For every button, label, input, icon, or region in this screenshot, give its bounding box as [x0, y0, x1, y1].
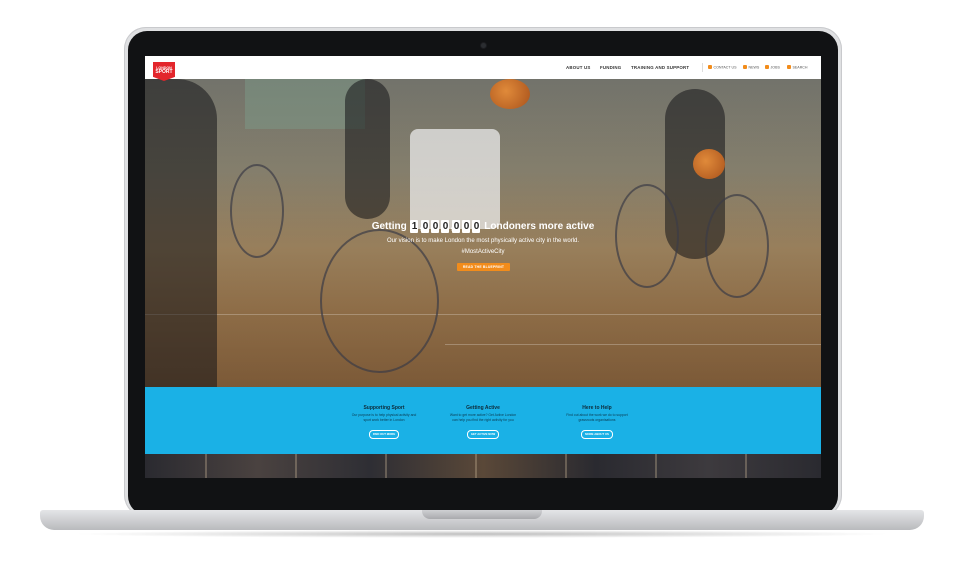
nav-divider [702, 63, 703, 72]
nav-search-label: SEARCH [792, 65, 808, 70]
top-navbar: LONDON SPORT ABOUT US FUNDING TRAINING A… [145, 56, 821, 81]
news-icon [743, 65, 747, 69]
info-band: Supporting Sport Our purpose is to help … [145, 387, 821, 454]
nav-search[interactable]: SEARCH [787, 65, 807, 70]
hero-photo-person [145, 79, 217, 387]
counter-digit: 0 [472, 220, 481, 233]
court-line [145, 314, 821, 315]
hero-photo-player [410, 129, 500, 229]
nav-about-us[interactable]: ABOUT US [566, 65, 591, 70]
headline-before: Getting [371, 221, 407, 233]
more-about-us-button[interactable]: MORE ABOUT US [581, 430, 613, 440]
here-to-help-column: Here to Help Find out about the work we … [547, 405, 647, 440]
read-blueprint-button[interactable]: READ THE BLUEPRINT [457, 263, 510, 271]
court-line [445, 344, 821, 345]
find-out-more-button[interactable]: FIND OUT MORE [368, 430, 400, 440]
hero-hashtag[interactable]: #MostActiveCity [145, 249, 821, 255]
webcam-icon [481, 43, 486, 48]
laptop-notch [422, 510, 542, 519]
nav-news[interactable]: NEWS [743, 65, 759, 70]
hero-photo-wheel [705, 194, 769, 298]
logo-line-2: SPORT [155, 69, 173, 75]
nav-funding[interactable]: FUNDING [600, 65, 621, 70]
column-title: Getting Active [466, 405, 500, 411]
hero-banner: Getting 1,000,000 Londoners more active … [145, 79, 821, 387]
getting-active-column: Getting Active Want to get more active? … [433, 405, 533, 440]
nav-training-support[interactable]: TRAINING AND SUPPORT [631, 65, 689, 70]
column-text: grassroots organisations [578, 417, 616, 422]
laptop-shadow [70, 530, 894, 538]
column-title: Here to Help [582, 405, 612, 411]
get-active-now-button[interactable]: GET ACTIVE NOW [466, 430, 500, 440]
column-title: Supporting Sport [363, 405, 405, 411]
column-text: Want to get more active? Get Active Lond… [449, 413, 517, 417]
counter-digit: 0 [431, 220, 440, 233]
hero-photo-basketball [693, 149, 725, 179]
headline-after: Londoners more active [484, 221, 595, 233]
column-text: Our purpose is to help physical activity… [351, 413, 417, 417]
hero-vision-text: Our vision is to make London the most ph… [386, 238, 580, 244]
nav-jobs[interactable]: JOBS [765, 65, 780, 70]
counter-digit: 0 [452, 220, 461, 233]
hero-photo-person [345, 79, 390, 219]
nav-contact-us[interactable]: CONTACT US [708, 65, 737, 70]
column-text: sport work better in London [363, 417, 405, 422]
column-text: Find out about the work we do to support [566, 413, 628, 417]
search-icon [787, 65, 791, 69]
counter-digit: 1 [410, 220, 419, 233]
photo-strip [145, 454, 821, 478]
supporting-sport-column: Supporting Sport Our purpose is to help … [334, 405, 434, 440]
hero-headline: Getting 1,000,000 Londoners more active [145, 220, 821, 233]
phone-icon [708, 65, 712, 69]
counter-digit: 0 [421, 220, 430, 233]
jobs-icon [765, 65, 769, 69]
counter-digit: 0 [462, 220, 471, 233]
column-text: can help you find the right activity for… [452, 417, 514, 422]
counter-digit: 0 [441, 220, 450, 233]
nav-news-label: NEWS [748, 65, 760, 70]
hero-photo-wheel [615, 184, 679, 288]
nav-jobs-label: JOBS [770, 65, 780, 70]
hero-photo-basketball [490, 79, 530, 109]
nav-contact-label: CONTACT US [713, 65, 737, 70]
website-screen: LONDON SPORT ABOUT US FUNDING TRAINING A… [145, 56, 821, 478]
